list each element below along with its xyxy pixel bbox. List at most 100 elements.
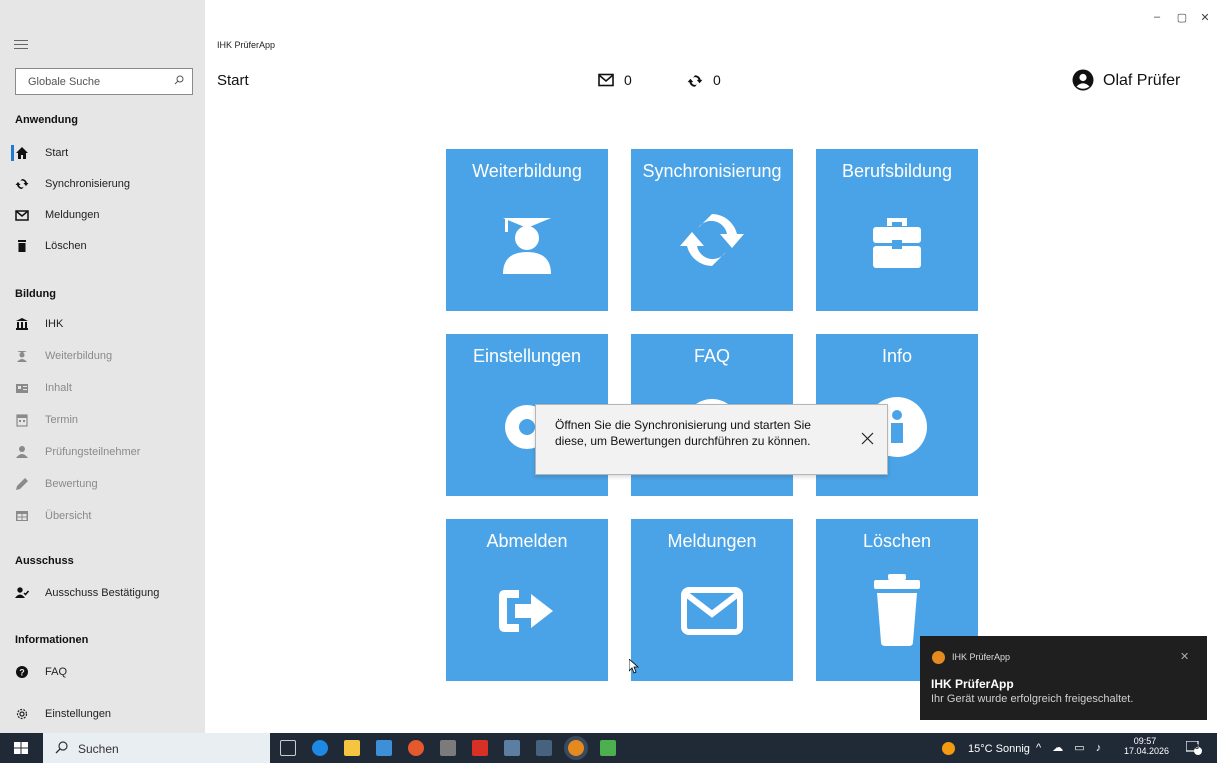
app-window: – ▢ ✕ Globale Suche Anwendung Start Sync…: [0, 0, 1217, 763]
graduate-icon: [17, 351, 27, 362]
sidebar-item-pruefungsteilnehmer[interactable]: Prüfungsteilnehmer: [15, 443, 200, 465]
store-icon[interactable]: [376, 740, 392, 756]
sync-icon: [15, 178, 29, 190]
sidebar-item-label: Löschen: [45, 240, 87, 252]
sidebar-item-ausschuss-bestaetigung[interactable]: Ausschuss Bestätigung: [15, 584, 200, 606]
minimize-button[interactable]: –: [1150, 11, 1164, 25]
sidebar-item-meldungen[interactable]: Meldungen: [15, 206, 200, 228]
sidebar-item-label: Einstellungen: [45, 708, 112, 720]
messages-count: 0: [624, 72, 632, 88]
pdf-reader-icon[interactable]: [472, 740, 488, 756]
search-placeholder: Globale Suche: [28, 76, 101, 88]
taskbar-search-label: Suchen: [78, 742, 119, 756]
windows-start-icon[interactable]: [14, 742, 28, 754]
clock[interactable]: 09:57 17.04.2026: [1124, 736, 1169, 756]
institution-icon: [16, 318, 28, 330]
task-view-icon[interactable]: [280, 740, 296, 756]
sidebar-item-label: Termin: [45, 414, 79, 426]
file-explorer-icon[interactable]: [344, 740, 360, 756]
sidebar-item-label: Bewertung: [45, 478, 98, 490]
sidebar-item-einstellungen[interactable]: Einstellungen: [15, 705, 200, 727]
sidebar-item-label: Start: [45, 147, 69, 159]
maximize-button[interactable]: ▢: [1175, 11, 1189, 25]
app-icon-1[interactable]: [504, 740, 520, 756]
tile-label: FAQ: [693, 346, 730, 366]
trash-icon: [18, 240, 26, 252]
envelope-icon: [15, 210, 29, 221]
sidebar-item-termin[interactable]: Termin: [15, 411, 200, 433]
section-bildung: Bildung: [15, 288, 56, 300]
sync-icon: [680, 214, 744, 266]
graduate-icon: [503, 218, 551, 274]
taskbar-search[interactable]: Suchen: [43, 733, 270, 763]
notification-count: 3: [1195, 744, 1199, 751]
app-icon-2[interactable]: [536, 740, 552, 756]
user-name: Olaf Prüfer: [1103, 72, 1181, 89]
sidebar-item-label: Übersicht: [45, 510, 92, 522]
tile-label: Löschen: [862, 531, 932, 551]
user-profile[interactable]: Olaf Prüfer: [1072, 69, 1180, 96]
system-tray[interactable]: ^ ☁ ▭ ♪: [1036, 741, 1105, 754]
toast-app-name: IHK PrüferApp: [952, 652, 1011, 662]
sidebar-item-uebersicht[interactable]: Übersicht: [15, 507, 200, 529]
sidebar-item-label: Prüfungsteilnehmer: [45, 446, 141, 458]
section-anwendung: Anwendung: [15, 114, 78, 126]
tile-label: Info: [881, 346, 913, 366]
taskbar: Suchen 15°C Sonnig ^ ☁ ▭ ♪ 09:57 17.04.2…: [0, 733, 1217, 763]
sync-hint-tooltip: Öffnen Sie die Synchronisierung und star…: [535, 404, 888, 475]
close-window-button[interactable]: ✕: [1198, 11, 1212, 25]
chrome-icon[interactable]: [408, 740, 424, 756]
app-icon-3[interactable]: [600, 740, 616, 756]
tile-weiterbildung[interactable]: Weiterbildung: [446, 149, 608, 311]
edge-browser-icon[interactable]: [312, 740, 328, 756]
tile-label: Abmelden: [486, 531, 568, 551]
table-icon: [16, 511, 28, 521]
tile-abmelden[interactable]: Abmelden: [446, 519, 608, 681]
close-icon[interactable]: [861, 432, 874, 445]
sidebar-item-label: Weiterbildung: [45, 350, 113, 362]
sidebar-item-bewertung[interactable]: Bewertung: [15, 475, 200, 497]
pruefer-app-icon[interactable]: [568, 740, 584, 756]
envelope-icon: [598, 73, 614, 87]
hamburger-menu-icon[interactable]: [14, 40, 28, 50]
svg-text:?: ?: [19, 668, 25, 678]
notification-icon: [1185, 740, 1202, 755]
app-logo-icon: [932, 651, 945, 664]
sun-icon: [942, 742, 955, 755]
user-circle-icon: [1072, 69, 1094, 91]
question-icon: ?: [16, 666, 28, 678]
sidebar-item-loeschen[interactable]: Löschen: [15, 237, 200, 259]
toast-close-icon[interactable]: ✕: [1180, 650, 1189, 663]
sidebar: Globale Suche Anwendung Start Synchronis…: [0, 0, 205, 733]
global-search-input[interactable]: Globale Suche: [15, 68, 193, 95]
sidebar-item-weiterbildung[interactable]: Weiterbildung: [15, 347, 200, 369]
calculator-icon[interactable]: [440, 740, 456, 756]
page-title: Start: [217, 72, 249, 89]
tile-synchronisierung[interactable]: Synchronisierung: [631, 149, 793, 311]
app-title: IHK PrüferApp: [217, 40, 276, 50]
tile-label: Weiterbildung: [472, 161, 582, 181]
id-card-icon: [16, 384, 28, 393]
action-center[interactable]: 3: [1185, 740, 1202, 755]
tile-meldungen[interactable]: Meldungen: [631, 519, 793, 681]
sidebar-item-start[interactable]: Start: [11, 144, 200, 166]
toast-notification[interactable]: IHK PrüferApp ✕ IHK PrüferApp Ihr Gerät …: [920, 636, 1207, 720]
sidebar-item-synchronisierung[interactable]: Synchronisierung: [15, 175, 200, 197]
sidebar-item-inhalt[interactable]: Inhalt: [15, 379, 200, 401]
gear-icon: [16, 708, 28, 720]
tile-label: Meldungen: [667, 531, 757, 551]
sync-icon: [687, 75, 703, 87]
tooltip-text: Öffnen Sie die Synchronisierung und star…: [555, 418, 811, 448]
sidebar-item-label: Ausschuss Bestätigung: [45, 587, 160, 599]
user-icon: [16, 446, 28, 458]
sidebar-item-label: Meldungen: [45, 209, 100, 221]
section-ausschuss: Ausschuss: [15, 555, 74, 567]
tile-label: Synchronisierung: [642, 161, 782, 181]
sign-out-icon: [499, 590, 553, 632]
tile-berufsbildung[interactable]: Berufsbildung: [816, 149, 978, 311]
sidebar-item-faq[interactable]: ? FAQ: [15, 663, 200, 685]
section-informationen: Informationen: [15, 634, 89, 646]
search-icon[interactable]: [174, 75, 184, 85]
search-icon: [55, 741, 68, 754]
sidebar-item-ihk[interactable]: IHK: [15, 315, 200, 337]
